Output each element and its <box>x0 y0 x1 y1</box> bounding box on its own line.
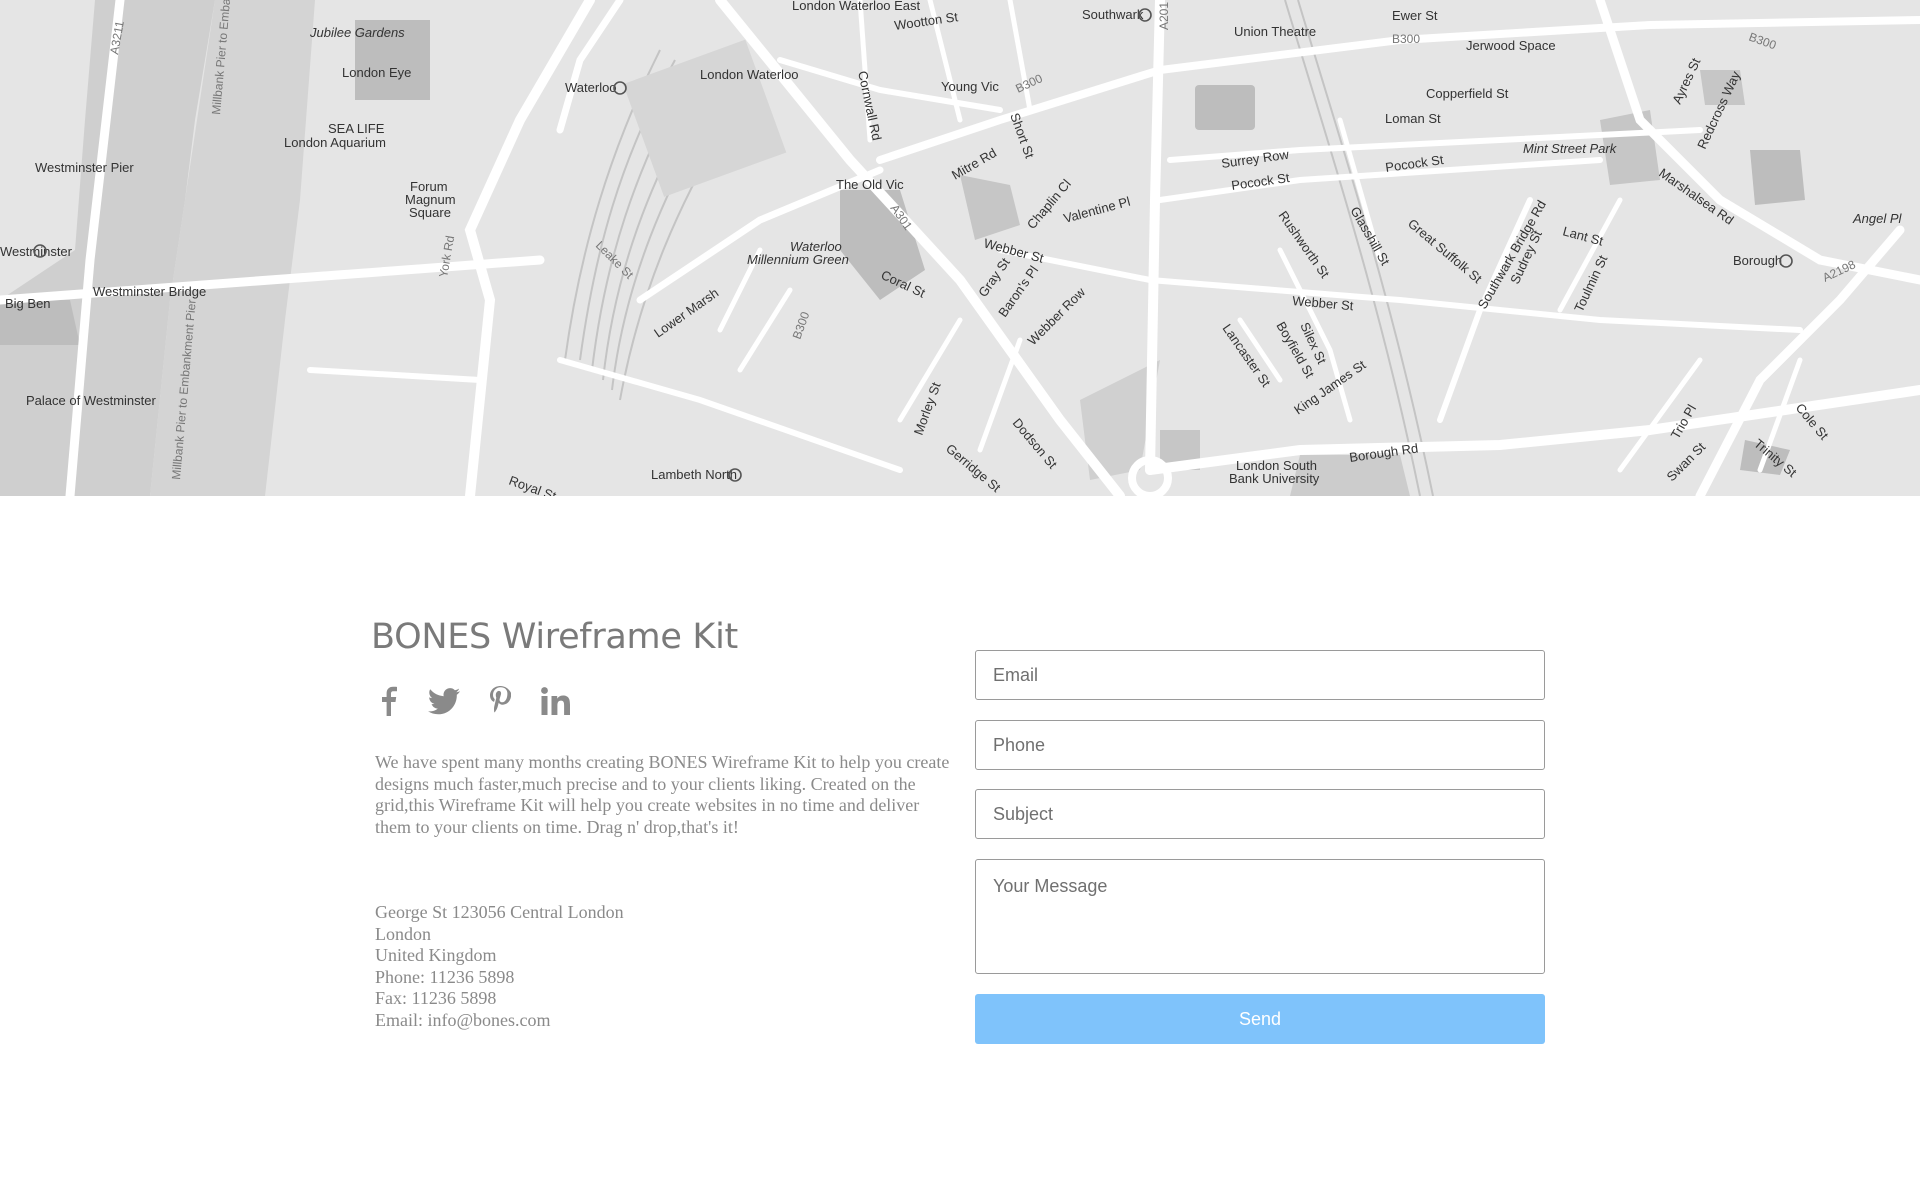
map-label: Lant St <box>1561 223 1605 248</box>
station-roof <box>623 39 787 197</box>
map-label: The Old Vic <box>836 177 904 192</box>
map-label: London Eye <box>342 65 411 80</box>
phone-field[interactable] <box>975 720 1545 770</box>
map-label: Leake St <box>593 238 637 282</box>
map-label: A201 <box>1157 2 1171 30</box>
map-label: Swan St <box>1664 439 1709 484</box>
map-label: Westminster Bridge <box>93 284 206 299</box>
address-line: George St 123056 Central London <box>375 902 624 922</box>
park-block <box>1195 85 1255 130</box>
map-label: Waterloo <box>565 80 617 95</box>
map-label: Ewer St <box>1392 8 1438 23</box>
map-label: Cornwall Rd <box>855 70 884 142</box>
subject-field[interactable] <box>975 789 1545 839</box>
map-label: Webber Row <box>1025 284 1089 348</box>
map-label: Westminster Pier <box>35 160 134 175</box>
message-field[interactable] <box>975 859 1545 974</box>
map-label: Great Suffolk St <box>1405 216 1485 287</box>
map-label: Surrey Row <box>1220 147 1290 171</box>
map-label: Ayres St <box>1669 55 1703 106</box>
map-label: Webber St <box>982 235 1045 265</box>
map-label: Valentine Pl <box>1062 194 1132 226</box>
map-label: Loman St <box>1385 111 1441 126</box>
map-label: Big Ben <box>5 296 51 311</box>
map[interactable]: London Waterloo East Wootton St Southwar… <box>0 0 1920 496</box>
map-label: Pocock St <box>1230 170 1290 193</box>
map-label: Angel Pl <box>1852 211 1903 226</box>
park-block <box>1750 150 1805 205</box>
contact-section: BONES Wireframe Kit We have spent many m <box>0 496 1920 1188</box>
map-label: Young Vic <box>941 79 999 94</box>
about-text: We have spent many months creating BONES… <box>375 752 950 837</box>
map-label: Square <box>409 205 451 220</box>
map-label: Bank University <box>1229 471 1320 486</box>
map-label: B300 <box>1747 30 1778 53</box>
map-label: Palace of Westminster <box>26 393 156 408</box>
map-label: Borough <box>1733 253 1782 268</box>
address-line: United Kingdom <box>375 945 497 965</box>
linkedin-icon <box>541 687 570 715</box>
page-title: BONES Wireframe Kit <box>371 617 738 657</box>
map-label: Dodson St <box>1010 415 1061 471</box>
map-label: York Rd <box>436 234 457 278</box>
linkedin-link[interactable] <box>540 685 572 717</box>
twitter-link[interactable] <box>428 685 460 717</box>
phone-line: Phone: 11236 5898 <box>375 966 515 987</box>
fax-line: Fax: 11236 5898 <box>375 988 497 1008</box>
map-label: Lambeth North <box>651 467 737 482</box>
email-field[interactable] <box>975 650 1545 700</box>
map-label: Southwark Bridge Rd <box>1475 198 1549 312</box>
map-label: Gerridge St <box>943 441 1004 495</box>
map-label: Glasshill St <box>1347 204 1393 268</box>
map-label: Jerwood Space <box>1466 38 1556 53</box>
facebook-link[interactable] <box>372 685 404 717</box>
map-label: Royal St <box>507 473 559 496</box>
map-label: Lower Marsh <box>651 285 721 340</box>
facebook-icon <box>382 686 397 716</box>
map-label: Short St <box>1007 111 1037 161</box>
map-label: Copperfield St <box>1426 86 1509 101</box>
map-label: SEA LIFE <box>328 121 385 136</box>
send-button[interactable]: Send <box>975 994 1545 1044</box>
pinterest-icon <box>490 686 511 713</box>
map-label: B300 <box>790 310 813 341</box>
map-label: Jubilee Gardens <box>309 25 405 40</box>
map-label: Rushworth St <box>1276 208 1333 281</box>
map-label: Mint Street Park <box>1523 141 1618 156</box>
social-links <box>372 685 572 717</box>
map-label: Millennium Green <box>747 252 849 267</box>
pinterest-link[interactable] <box>484 685 516 717</box>
park-block <box>960 175 1020 240</box>
map-label: Mitre Rd <box>949 145 999 183</box>
map-label: Morley St <box>911 380 944 437</box>
map-label: London Waterloo <box>700 67 799 82</box>
address-line: London <box>375 923 431 944</box>
map-label: Southwark <box>1082 7 1144 22</box>
address-block: George St 123056 Central London London U… <box>375 902 624 1031</box>
map-canvas[interactable]: London Waterloo East Wootton St Southwar… <box>0 0 1920 496</box>
map-label: Union Theatre <box>1234 24 1316 39</box>
map-label: London Aquarium <box>284 135 386 150</box>
email-line: Email: info@bones.com <box>375 1009 551 1030</box>
map-label: London Waterloo East <box>792 0 921 13</box>
map-label: B300 <box>1392 32 1420 46</box>
twitter-icon <box>428 687 460 714</box>
